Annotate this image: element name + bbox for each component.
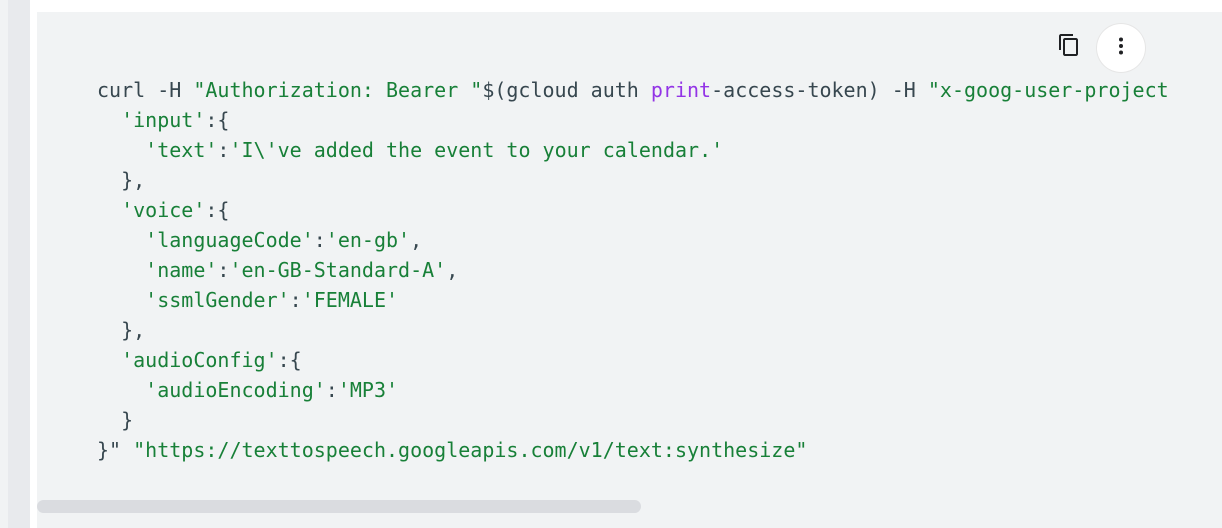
code-line: },: [97, 168, 145, 192]
code-token: :: [217, 138, 230, 162]
code-token: :{: [205, 108, 230, 132]
code-string-token: 'name': [145, 258, 218, 282]
code-token: },: [97, 318, 146, 342]
code-line: 'voice':{: [97, 198, 229, 222]
code-token: :{: [277, 348, 302, 372]
code-token: $(gcloud auth: [482, 78, 651, 102]
code-token: :: [313, 228, 326, 252]
code-sample-page: curl -H "Authorization: Bearer "$(gcloud…: [0, 0, 1222, 528]
code-line: 'text':'I\'ve added the event to your ca…: [97, 138, 723, 162]
copy-icon: [1057, 33, 1081, 62]
code-token: :: [289, 288, 302, 312]
code-string-token: 'languageCode': [145, 228, 314, 252]
left-gutter: [0, 0, 30, 528]
code-keyword-token: print: [650, 78, 712, 102]
code-string-token: 'FEMALE': [301, 288, 399, 312]
code-token: }": [97, 438, 134, 462]
code-line: 'input':{: [97, 108, 229, 132]
horizontal-scrollbar-thumb[interactable]: [37, 500, 641, 513]
code-line: },: [97, 318, 145, 342]
code-string-token: 'audioConfig': [121, 348, 278, 372]
code-string-token: 'input': [121, 108, 206, 132]
code-line: 'ssmlGender':'FEMALE': [97, 288, 398, 312]
code-string-token: 'I\'ve added the event to your calendar.…: [229, 138, 724, 162]
left-gutter-inner: [0, 0, 8, 528]
code-token: :: [325, 378, 338, 402]
copy-button[interactable]: [1049, 29, 1089, 65]
code-token: ,: [410, 228, 423, 252]
code-token: :: [217, 258, 230, 282]
code-token: :{: [205, 198, 230, 222]
code-line: 'name':'en-GB-Standard-A',: [97, 258, 458, 282]
code-string-token: 'audioEncoding': [145, 378, 326, 402]
code-line: }: [97, 408, 133, 432]
code-string-token: 'text': [145, 138, 218, 162]
code-token: ,: [446, 258, 459, 282]
code-string-token: 'voice': [121, 198, 206, 222]
code-token: curl -H: [97, 78, 194, 102]
code-line: 'audioEncoding':'MP3': [97, 378, 398, 402]
code-string-token: 'en-GB-Standard-A': [229, 258, 447, 282]
code-token: }: [97, 408, 134, 432]
code-string-token: 'MP3': [337, 378, 399, 402]
code-line: 'languageCode':'en-gb',: [97, 228, 422, 252]
code-token: -access-token) -H: [711, 78, 928, 102]
code-string-token: 'ssmlGender': [145, 288, 290, 312]
code-string-token: "Authorization: Bearer ": [193, 78, 483, 102]
code-string-token: "https://texttospeech.googleapis.com/v1/…: [133, 438, 808, 462]
top-divider: [37, 0, 1222, 12]
more-options-button[interactable]: [1097, 24, 1145, 72]
code-token: },: [97, 168, 146, 192]
code-string-token: 'en-gb': [325, 228, 411, 252]
code-string-token: "x-goog-user-project: [927, 78, 1169, 102]
code-content: curl -H "Authorization: Bearer "$(gcloud…: [97, 75, 1169, 465]
code-line: curl -H "Authorization: Bearer "$(gcloud…: [97, 78, 1169, 102]
more-vert-icon: [1109, 34, 1133, 63]
code-line: 'audioConfig':{: [97, 348, 302, 372]
code-line: }" "https://texttospeech.googleapis.com/…: [97, 438, 807, 462]
